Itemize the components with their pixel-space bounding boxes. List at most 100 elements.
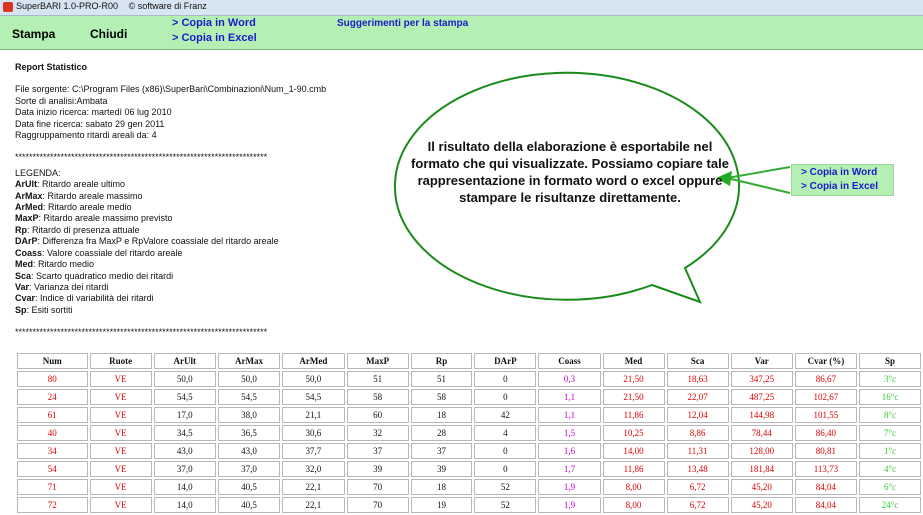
table-row: 34 VE 43,0 43,0 37,7 37 37 0 1,6 14,00 11,31 128,00… bbox=[17, 443, 921, 459]
legend-item: MaxP: Ritardo areale massimo previsto bbox=[15, 213, 415, 224]
table-cell: 1,5 bbox=[538, 425, 601, 441]
legend-key: ArMed bbox=[15, 202, 44, 213]
table-cell: 40,5 bbox=[217, 497, 281, 513]
app-name: SuperBARI 1.0-PRO-R00 bbox=[16, 1, 119, 11]
copia-excel-link[interactable]: > Copia in Excel bbox=[172, 32, 257, 44]
col-header: ArUlt bbox=[153, 353, 216, 369]
table-cell: 11,31 bbox=[666, 443, 729, 459]
table-cell: 113,73 bbox=[794, 461, 858, 477]
table-cell: 71 bbox=[17, 479, 88, 495]
table-cell: 11,86 bbox=[602, 407, 665, 423]
legend-key: Coass bbox=[15, 247, 43, 258]
table-cell: 52 bbox=[474, 497, 537, 513]
table-cell: 60 bbox=[346, 407, 409, 423]
table-cell: 12,04 bbox=[666, 407, 729, 423]
table-cell: 51 bbox=[410, 371, 473, 387]
table-cell: 70 bbox=[346, 497, 409, 513]
table-cell: 1,9 bbox=[538, 497, 601, 513]
table-cell: 7°c bbox=[859, 425, 921, 441]
legend-key: Med bbox=[15, 259, 33, 270]
legend-desc: : Esiti sortiti bbox=[26, 304, 73, 315]
table-cell: 24°c bbox=[859, 497, 921, 513]
legend-key: Cvar bbox=[15, 293, 36, 304]
table-cell: 36,5 bbox=[217, 425, 281, 441]
table-cell: 84,04 bbox=[794, 497, 858, 513]
legend-key: Var bbox=[15, 281, 30, 292]
legend-key: ArUlt bbox=[15, 179, 37, 190]
copia-word-link[interactable]: > Copia in Word bbox=[172, 17, 256, 29]
window-title: SuperBARI 1.0-PRO-R00 © software di Fran… bbox=[16, 1, 215, 11]
table-cell: 24 bbox=[17, 389, 88, 405]
table-header-row: Num Ruote ArUlt ArMax ArMed MaxP Rp DArP… bbox=[17, 353, 921, 369]
table-cell: 181,84 bbox=[730, 461, 793, 477]
legend-key: Sca bbox=[15, 270, 32, 281]
legend-desc: : Varianza dei ritardi bbox=[29, 281, 109, 292]
separator: ****************************************… bbox=[15, 327, 268, 338]
table-cell: 4°c bbox=[859, 461, 921, 477]
chiudi-button[interactable]: Chiudi bbox=[90, 27, 127, 41]
table-cell: 51 bbox=[346, 371, 409, 387]
report-line: Data fine ricerca: sabato 29 gen 2011 bbox=[15, 118, 165, 129]
table-cell: 1°c bbox=[859, 443, 921, 459]
table-cell: 34 bbox=[17, 443, 88, 459]
table-cell: 45,20 bbox=[730, 479, 793, 495]
table-cell: 1,7 bbox=[538, 461, 601, 477]
suggerimenti-link[interactable]: Suggerimenti per la stampa bbox=[337, 18, 468, 29]
table-cell: 61 bbox=[17, 407, 88, 423]
table-cell: 21,50 bbox=[602, 371, 665, 387]
callout-copia-excel-link[interactable]: > Copia in Excel bbox=[801, 181, 878, 192]
table-cell: 58 bbox=[410, 389, 473, 405]
legend-desc: : Ritardo areale massimo previsto bbox=[38, 213, 173, 224]
col-header: MaxP bbox=[346, 353, 409, 369]
callout-copia-word-link[interactable]: > Copia in Word bbox=[801, 167, 877, 178]
legend-desc: : Ritardo di presenza attuale bbox=[27, 224, 140, 235]
table-cell: 80,81 bbox=[794, 443, 858, 459]
table-cell: 37 bbox=[346, 443, 409, 459]
table-cell: VE bbox=[89, 461, 152, 477]
col-header: ArMax bbox=[217, 353, 281, 369]
app-copyright: © software di Franz bbox=[128, 1, 207, 11]
export-links-box: > Copia in Word > Copia in Excel bbox=[791, 164, 894, 196]
table-row: 72 VE 14,0 40,5 22,1 70 19 52 1,9 8,00 6,72 45,20 84… bbox=[17, 497, 921, 513]
table-cell: 43,0 bbox=[153, 443, 216, 459]
table-cell: 18,63 bbox=[666, 371, 729, 387]
table-cell: 13,48 bbox=[666, 461, 729, 477]
table-cell: 1,9 bbox=[538, 479, 601, 495]
legend-desc: : Ritardo areale ultimo bbox=[37, 179, 126, 190]
legend-key: MaxP bbox=[15, 213, 39, 224]
table-cell: 8,00 bbox=[602, 479, 665, 495]
table-cell: VE bbox=[89, 425, 152, 441]
table-cell: 17,0 bbox=[153, 407, 216, 423]
table-cell: 54,5 bbox=[217, 389, 281, 405]
table-cell: 42 bbox=[474, 407, 537, 423]
table-cell: 30,6 bbox=[282, 425, 345, 441]
arrow-line bbox=[726, 166, 791, 179]
table-cell: 102,67 bbox=[794, 389, 858, 405]
table-cell: 78,44 bbox=[730, 425, 793, 441]
table-cell: VE bbox=[89, 497, 152, 513]
table-cell: 14,0 bbox=[153, 497, 216, 513]
legend-item: Med: Ritardo medio bbox=[15, 259, 415, 270]
table-cell: 37,0 bbox=[153, 461, 216, 477]
table-cell: 80 bbox=[17, 371, 88, 387]
table-cell: 11,86 bbox=[602, 461, 665, 477]
callout-text: Il risultato della elaborazione è esport… bbox=[411, 139, 729, 205]
table-cell: 6,72 bbox=[666, 497, 729, 513]
legend-item: Sp: Esiti sortiti bbox=[15, 305, 415, 316]
col-header: ArMed bbox=[282, 353, 345, 369]
table-cell: 3°c bbox=[859, 371, 921, 387]
legend-item: Sca: Scarto quadratico medio dei ritardi bbox=[15, 271, 415, 282]
report-title: Report Statistico bbox=[15, 62, 88, 72]
table-cell: 43,0 bbox=[217, 443, 281, 459]
report-line: Sorte di analisi:Ambata bbox=[15, 95, 108, 106]
table-cell: 18 bbox=[410, 407, 473, 423]
toolbar: Stampa Chiudi > Copia in Word > Copia in… bbox=[0, 16, 923, 50]
table-cell: 50,0 bbox=[217, 371, 281, 387]
table-cell: 50,0 bbox=[153, 371, 216, 387]
table-cell: 19 bbox=[410, 497, 473, 513]
table-cell: 1,6 bbox=[538, 443, 601, 459]
stampa-button[interactable]: Stampa bbox=[12, 27, 55, 41]
table-cell: 38,0 bbox=[217, 407, 281, 423]
col-header: Sca bbox=[666, 353, 729, 369]
table-cell: 128,00 bbox=[730, 443, 793, 459]
